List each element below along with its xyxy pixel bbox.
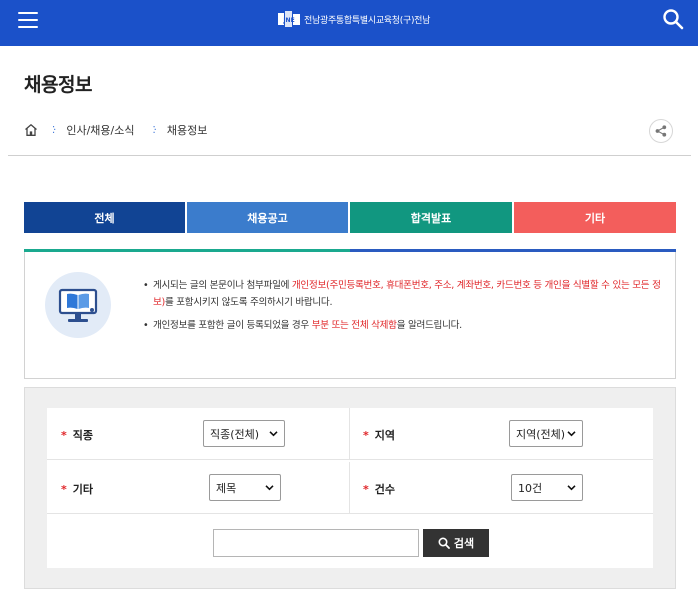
home-icon[interactable] xyxy=(24,123,38,137)
menu-line xyxy=(18,19,38,21)
header-divider xyxy=(8,155,691,156)
etc-label-text: 기타 xyxy=(72,483,94,496)
region-select-value: 지역(전체) xyxy=(516,427,566,441)
notice-item: 게시되는 글의 본문이나 첨부파일에 개인정보(주민등록번호, 휴대폰번호, 주… xyxy=(143,277,663,311)
count-label-text: 건수 xyxy=(374,483,396,496)
hamburger-icon[interactable] xyxy=(18,12,38,30)
logo-mark-icon: JNE xyxy=(278,11,300,27)
job-type-label: * 직종 xyxy=(61,427,93,443)
breadcrumb-separator-icon: ⁚· xyxy=(152,124,158,136)
notice-text: 를 포함시키지 않도록 주의하시기 바랍니다. xyxy=(164,297,333,308)
keyword-input[interactable] xyxy=(213,529,419,557)
notice-bar-blue xyxy=(350,249,676,252)
tab-all[interactable]: 전체 xyxy=(24,202,185,233)
notice-text: 을 알려드립니다. xyxy=(396,320,462,331)
logo-mark-text: JNE xyxy=(282,17,294,24)
logo-text: 전남광주통합특별시교육청(구)전남 xyxy=(304,15,431,26)
region-select[interactable]: 지역(전체) xyxy=(509,420,583,447)
chevron-down-icon xyxy=(269,431,278,437)
search-field-select-value: 제목 xyxy=(216,481,237,495)
category-tabs: 전체 채용공고 합격발표 기타 xyxy=(24,202,676,233)
notice-top-bar xyxy=(24,249,676,252)
required-mark: * xyxy=(363,429,369,442)
top-header: JNE 전남광주통합특별시교육청(구)전남 xyxy=(0,0,698,46)
page-size-select-value: 10건 xyxy=(518,481,543,495)
region-label-text: 지역 xyxy=(374,429,396,442)
notice-highlight: 부분 또는 전체 삭제함 xyxy=(311,320,397,331)
search-icon[interactable] xyxy=(662,8,684,30)
chevron-down-icon xyxy=(567,431,576,437)
search-form-panel: * 직종 직종(전체) * 지역 지역(전체) * 기타 제목 * 건수 10건 xyxy=(47,408,653,568)
required-mark: * xyxy=(61,429,67,442)
notice-item: 개인정보를 포함한 글이 등록되었을 경우 부분 또는 전체 삭제함을 알려드립… xyxy=(143,317,663,334)
search-icon xyxy=(438,537,450,549)
breadcrumb-item-category[interactable]: 인사/채용/소식 xyxy=(66,122,134,138)
search-button[interactable]: 검색 xyxy=(423,529,489,557)
breadcrumb: ⁚· 인사/채용/소식 ⁚· 채용정보 xyxy=(24,120,207,140)
breadcrumb-item-current: 채용정보 xyxy=(166,124,208,137)
search-button-label: 검색 xyxy=(453,537,475,550)
cell-divider xyxy=(349,408,350,460)
page-title: 채용정보 xyxy=(24,74,92,96)
computer-book-icon xyxy=(45,272,111,338)
job-type-label-text: 직종 xyxy=(72,429,94,442)
notice-bar-green xyxy=(24,249,350,252)
count-label: * 건수 xyxy=(363,481,395,497)
form-row: * 직종 직종(전체) * 지역 지역(전체) xyxy=(47,408,653,460)
tab-etc[interactable]: 기타 xyxy=(514,202,676,233)
page-size-select[interactable]: 10건 xyxy=(511,474,583,501)
search-field-select[interactable]: 제목 xyxy=(209,474,281,501)
tab-job-posting[interactable]: 채용공고 xyxy=(187,202,348,233)
share-button[interactable] xyxy=(649,119,673,143)
share-icon xyxy=(655,125,667,137)
etc-label: * 기타 xyxy=(61,481,93,497)
notice-list: 게시되는 글의 본문이나 첨부파일에 개인정보(주민등록번호, 휴대폰번호, 주… xyxy=(143,277,663,340)
region-label: * 지역 xyxy=(363,427,395,443)
required-mark: * xyxy=(363,483,369,496)
site-logo[interactable]: JNE 전남광주통합특별시교육청(구)전남 xyxy=(278,10,430,28)
tab-pass-announcement[interactable]: 합격발표 xyxy=(350,202,512,233)
notice-text: 게시되는 글의 본문이나 첨부파일에 xyxy=(153,280,292,291)
form-row: * 기타 제목 * 건수 10건 xyxy=(47,462,653,514)
job-type-select-value: 직종(전체) xyxy=(210,427,260,441)
chevron-down-icon xyxy=(265,485,274,491)
chevron-down-icon xyxy=(567,485,576,491)
cell-divider xyxy=(349,462,350,514)
privacy-notice-box: 게시되는 글의 본문이나 첨부파일에 개인정보(주민등록번호, 휴대폰번호, 주… xyxy=(24,249,676,379)
menu-line xyxy=(18,26,38,28)
job-type-select[interactable]: 직종(전체) xyxy=(203,420,285,447)
required-mark: * xyxy=(61,483,67,496)
search-form: * 직종 직종(전체) * 지역 지역(전체) * 기타 제목 * 건수 10건 xyxy=(24,387,676,589)
breadcrumb-separator-icon: ⁚· xyxy=(52,124,57,136)
menu-line xyxy=(18,12,38,14)
notice-text: 개인정보를 포함한 글이 등록되었을 경우 xyxy=(153,320,312,331)
